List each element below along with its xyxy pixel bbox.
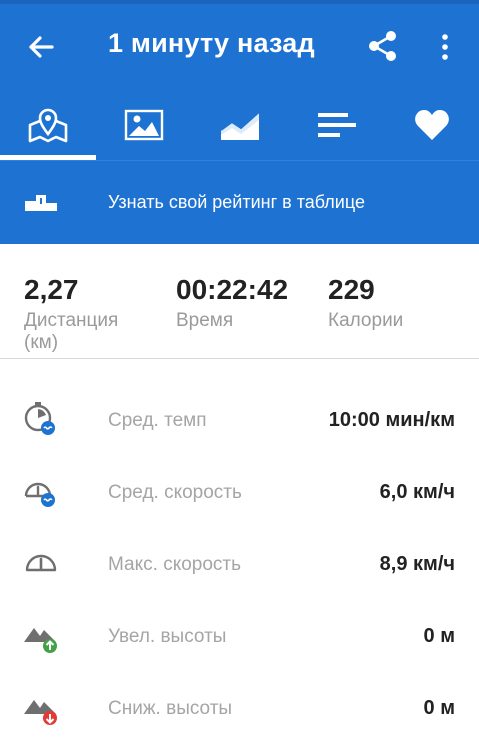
tab-photos[interactable]	[96, 94, 192, 160]
section-divider	[0, 358, 479, 359]
calories-label: Калории	[328, 310, 404, 331]
status-strip	[0, 0, 479, 4]
detail-row-elevation-loss: Сниж. высоты 0 м	[0, 674, 479, 746]
splits-icon	[316, 110, 356, 145]
detail-value: 0 м	[423, 625, 455, 647]
summary-stats: 2,27 Дистанция (км) 00:22:42 Время 229 К…	[0, 244, 479, 358]
page-title: 1 минуту назад	[108, 28, 315, 58]
more-vertical-icon[interactable]	[436, 30, 454, 64]
detail-label: Сниж. высоты	[108, 698, 233, 719]
distance-unit: (км)	[24, 332, 59, 353]
tab-heart-rate[interactable]	[384, 94, 479, 160]
detail-label: Увел. высоты	[108, 626, 227, 647]
tab-charts[interactable]	[192, 94, 288, 160]
tab-bar	[0, 94, 479, 160]
avg-speed-icon	[22, 472, 62, 512]
photo-icon	[124, 109, 164, 146]
leaderboard-link-text[interactable]: Узнать свой рейтинг в таблице	[108, 192, 365, 213]
tab-map[interactable]	[0, 94, 96, 160]
detail-value: 0 м	[423, 697, 455, 719]
detail-label: Сред. темп	[108, 410, 207, 431]
detail-value: 10:00 мин/км	[328, 409, 455, 431]
podium-icon	[24, 193, 58, 213]
distance-value: 2,27	[24, 274, 79, 305]
detail-value: 8,9 км/ч	[379, 553, 455, 575]
time-value: 00:22:42	[176, 274, 289, 305]
detail-row-avg-pace: Сред. темп 10:00 мин/км	[0, 386, 479, 458]
map-icon	[26, 105, 70, 150]
heart-icon	[413, 108, 451, 147]
detail-label: Макс. скорость	[108, 554, 242, 575]
chart-icon	[219, 108, 261, 147]
distance-label: Дистанция	[24, 310, 119, 331]
arrow-back-icon[interactable]	[24, 30, 58, 64]
calories-value: 229	[328, 274, 375, 305]
detail-row-elevation-gain: Увел. высоты 0 м	[0, 602, 479, 674]
elevation-loss-icon	[22, 688, 62, 728]
time-label: Время	[176, 310, 234, 331]
max-speed-icon	[22, 544, 62, 584]
share-icon[interactable]	[366, 29, 400, 63]
elevation-gain-icon	[22, 616, 62, 656]
detail-row-max-speed: Макс. скорость 8,9 км/ч	[0, 530, 479, 602]
app-bar: 1 минуту назад	[0, 0, 479, 94]
detail-value: 6,0 км/ч	[379, 481, 455, 503]
tab-splits[interactable]	[288, 94, 384, 160]
avg-pace-icon	[22, 400, 62, 440]
detail-label: Сред. скорость	[108, 482, 242, 503]
detail-row-avg-speed: Сред. скорость 6,0 км/ч	[0, 458, 479, 530]
